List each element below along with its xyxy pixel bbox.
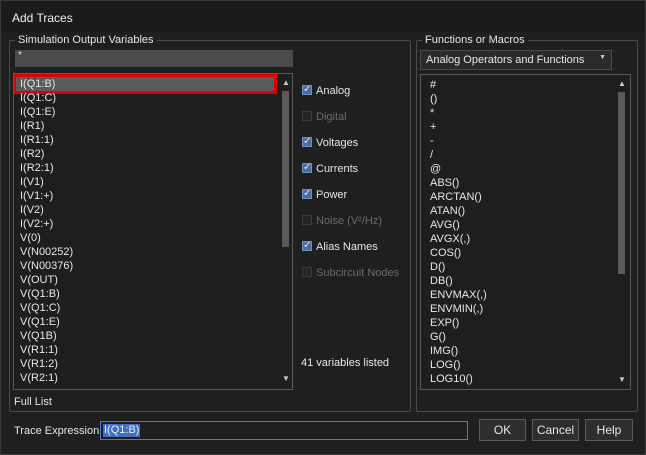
window-frame [0, 0, 646, 455]
